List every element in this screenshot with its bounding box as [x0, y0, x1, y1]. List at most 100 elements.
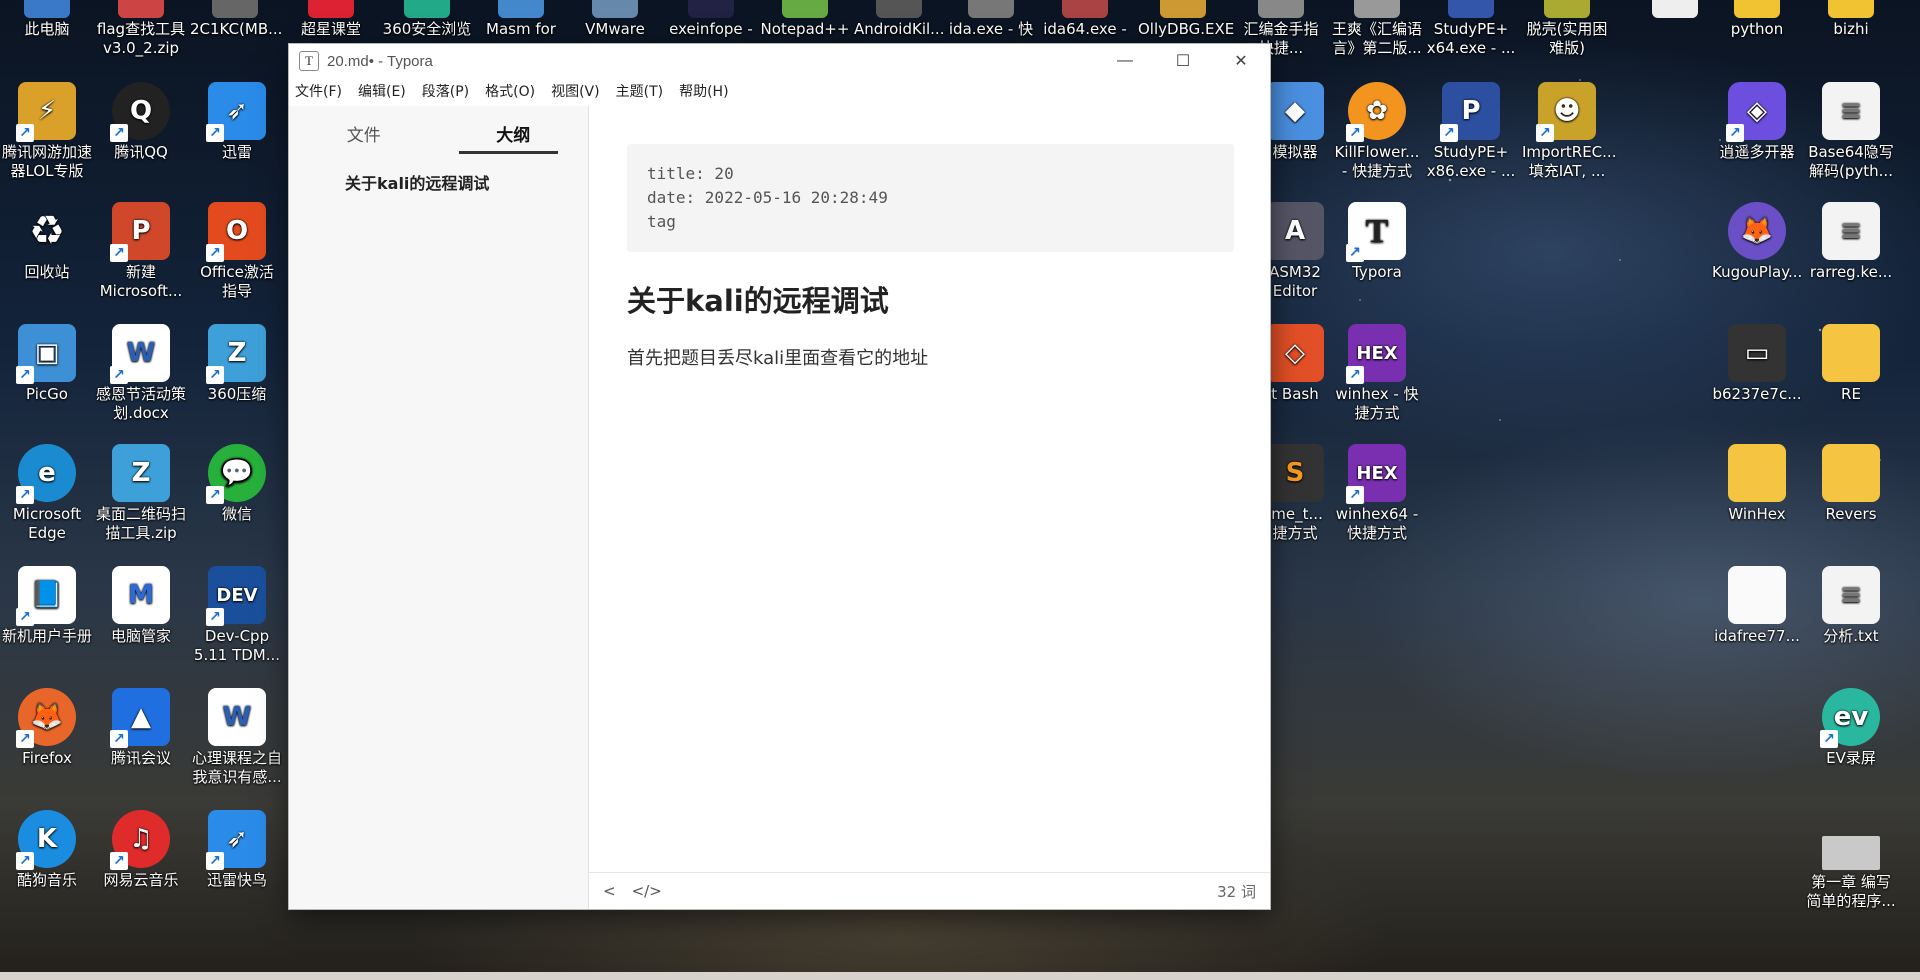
- desktop-icon-analysis-txt[interactable]: ≡ 分析.txt: [1806, 566, 1896, 646]
- desktop-icon-new-ppt[interactable]: P ↗ 新建 Microsoft...: [96, 202, 186, 301]
- desktop-icon-psychology-docx[interactable]: W 心理课程之自 我意识有感...: [192, 688, 282, 787]
- desktop-icon-wechat[interactable]: 💬 ↗ 微信: [192, 444, 282, 524]
- qq-penguin-icon: Q ↗: [110, 82, 170, 142]
- yaml-front-matter[interactable]: title: 20 date: 2022-05-16 20:28:49 tag: [627, 144, 1234, 252]
- desktop-icon-typora[interactable]: T ↗ Typora: [1332, 202, 1422, 282]
- desktop-icon-edge[interactable]: e ↗ Microsoft Edge: [2, 444, 92, 543]
- screen-recorder-icon: ev ↗: [1820, 688, 1880, 748]
- picgo-icon: ▣ ↗: [16, 324, 76, 384]
- desktop-icon-exeinfope[interactable]: exeinfope -: [666, 0, 756, 39]
- desktop-icon-winhex64[interactable]: HEX ↗ winhex64 - 快捷方式: [1332, 444, 1422, 543]
- desktop-icon-360browser[interactable]: 360安全浏览: [382, 0, 472, 39]
- book-icon: 📘 ↗: [16, 566, 76, 626]
- desktop-icon-bizhi-folder[interactable]: bizhi: [1806, 0, 1896, 39]
- word-doc-icon: W ↗: [110, 324, 170, 384]
- desktop-icon-ida64[interactable]: ida64.exe -: [1040, 0, 1130, 39]
- document-heading[interactable]: 关于kali的远程调试: [627, 278, 1234, 320]
- text-file-icon: ≡: [1822, 566, 1880, 624]
- menu-file[interactable]: 文件(F): [295, 81, 342, 101]
- desktop-icon-qq[interactable]: Q ↗ 腾讯QQ: [96, 82, 186, 162]
- desktop-icon-kugouplayer[interactable]: 🦊 KugouPlay...: [1712, 202, 1802, 282]
- word-count[interactable]: 32 词: [1217, 881, 1256, 902]
- desktop-icon-recycle-bin[interactable]: ♻ 回收站: [2, 202, 92, 282]
- desktop-icon-base64-decode[interactable]: ≡ Base64隐写 解码(pyth...: [1806, 82, 1896, 181]
- desktop-icon-importrec[interactable]: ☻ ↗ ImportREC... 填充IAT, ...: [1522, 82, 1616, 181]
- desktop-icon-ida[interactable]: ida.exe - 快: [946, 0, 1036, 39]
- desktop-icon-idafree[interactable]: idafree77...: [1712, 566, 1802, 646]
- desktop-icon-killflower[interactable]: ✿ ↗ KillFlower... - 快捷方式: [1332, 82, 1422, 181]
- desktop-icon-360zip[interactable]: Z ↗ 360压缩: [192, 324, 282, 404]
- front-matter-line: tag: [647, 212, 676, 231]
- title-bar[interactable]: T 20.md• - Typora — ☐ ✕: [289, 44, 1270, 78]
- menu-help[interactable]: 帮助(H): [679, 81, 728, 101]
- desktop-icon-xunlei[interactable]: ➶ ↗ 迅雷: [192, 82, 282, 162]
- devcpp-icon: DEV ↗: [206, 566, 266, 626]
- edge-icon: e ↗: [16, 444, 76, 504]
- desktop-icon-kugou[interactable]: K ↗ 酷狗音乐: [2, 810, 92, 890]
- desktop-icon-cat[interactable]: [1630, 0, 1720, 20]
- menu-format[interactable]: 格式(O): [485, 81, 535, 101]
- desktop-icon-xiaoyao[interactable]: ◈ ↗ 逍遥多开器: [1712, 82, 1802, 162]
- desktop-icon-python-folder[interactable]: python: [1712, 0, 1802, 39]
- desktop-icon-chapter1-ppt[interactable]: 第一章 编写 简单的程序...: [1806, 836, 1896, 911]
- menu-paragraph[interactable]: 段落(P): [422, 81, 469, 101]
- desktop-icon-androidkiller[interactable]: AndroidKil...: [854, 0, 944, 39]
- desktop-icon-office-activation[interactable]: O ↗ Office激活 指导: [192, 202, 282, 301]
- menu-edit[interactable]: 编辑(E): [358, 81, 406, 101]
- recycle-bin-icon: ♻: [29, 207, 65, 254]
- menu-view[interactable]: 视图(V): [551, 81, 600, 101]
- desktop-icon-unpack[interactable]: 脱壳(实用困 难版): [1522, 0, 1612, 58]
- desktop-icon-b6237e7c[interactable]: ▭ b6237e7c...: [1712, 324, 1802, 404]
- desktop-icon-netease-music[interactable]: ♫ ↗ 网易云音乐: [96, 810, 186, 890]
- desktop-icon-ev-recorder[interactable]: ev ↗ EV录屏: [1806, 688, 1896, 768]
- desktop-icon-notepadpp[interactable]: Notepad++: [760, 0, 850, 39]
- kugou-icon: K ↗: [16, 810, 76, 870]
- outline-item[interactable]: 关于kali的远程调试: [345, 170, 588, 194]
- desktop-icon-firefox[interactable]: 🦊 ↗ Firefox: [2, 688, 92, 768]
- desktop-icon-masm[interactable]: Masm for: [476, 0, 566, 39]
- back-icon[interactable]: <: [603, 882, 616, 900]
- desktop-icon-winhex-folder[interactable]: WinHex: [1712, 444, 1802, 524]
- desktop-icon-revers-folder[interactable]: Revers: [1806, 444, 1896, 524]
- desktop-icon-flag-zip[interactable]: flag查找工具 v3.0_2.zip: [96, 0, 186, 58]
- pc-manager-icon: M: [112, 566, 170, 624]
- taskbar-edge: [0, 972, 1920, 980]
- desktop-icon-studype-x64[interactable]: StudyPE+ x64.exe - ...: [1426, 0, 1516, 58]
- sublime-icon: S: [1266, 444, 1324, 502]
- desktop-icon-devcpp[interactable]: DEV ↗ Dev-Cpp 5.11 TDM...: [192, 566, 282, 665]
- desktop-icon-vmware[interactable]: VMware: [570, 0, 660, 39]
- desktop-icon-studype-x86[interactable]: P ↗ StudyPE+ x86.exe - ...: [1426, 82, 1516, 181]
- desktop-icon-wangshuang[interactable]: 王爽《汇编语 言》第二版...: [1332, 0, 1422, 58]
- desktop-icon-lol-accelerator[interactable]: ⚡ ↗ 腾讯网游加速 器LOL专版: [2, 82, 92, 181]
- desktop-icon-qrcode-zip[interactable]: Z 桌面二维码扫 描工具.zip: [96, 444, 186, 543]
- tab-files[interactable]: 文件: [289, 112, 439, 154]
- file-icon: ≡: [1822, 202, 1880, 260]
- desktop-icon-xunlei-kuainiao[interactable]: ➶ ↗ 迅雷快鸟: [192, 810, 282, 890]
- desktop-icon-tencent-meeting[interactable]: ▲ ↗ 腾讯会议: [96, 688, 186, 768]
- close-button[interactable]: ✕: [1212, 44, 1270, 78]
- sidebar-tabs: 文件 大纲: [289, 112, 588, 154]
- desktop-icon-ollydbg[interactable]: OllyDBG.EXE: [1138, 0, 1234, 39]
- status-bar: < </> 32 词: [589, 872, 1270, 909]
- minimize-button[interactable]: —: [1096, 44, 1154, 78]
- desktop-icon-pc-manager[interactable]: M 电脑管家: [96, 566, 186, 646]
- menu-theme[interactable]: 主题(T): [616, 81, 663, 101]
- folder-icon: [1822, 324, 1880, 382]
- document-paragraph[interactable]: 首先把题目丢尽kali里面查看它的地址: [627, 344, 1234, 370]
- word-doc-icon: W: [208, 688, 266, 746]
- desktop-icon-rarreg[interactable]: ≡ rarreg.ke...: [1806, 202, 1896, 282]
- desktop-icon-chaoxing[interactable]: 超星课堂: [286, 0, 376, 39]
- desktop-icon-2c1kc[interactable]: 2C1KC(MB...: [190, 0, 282, 39]
- desktop-icon-user-manual[interactable]: 📘 ↗ 新机用户手册: [2, 566, 92, 646]
- desktop-icon-re-folder[interactable]: RE: [1806, 324, 1896, 404]
- source-code-icon[interactable]: </>: [632, 882, 662, 900]
- hex-editor-icon: HEX ↗: [1346, 324, 1406, 384]
- maximize-button[interactable]: ☐: [1154, 44, 1212, 78]
- desktop-icon-this-pc[interactable]: 此电脑: [2, 0, 92, 39]
- desktop-icon-thanksgiving-docx[interactable]: W ↗ 感恩节活动策 划.docx: [96, 324, 186, 423]
- editor-area[interactable]: title: 20 date: 2022-05-16 20:28:49 tag …: [589, 106, 1270, 873]
- typora-icon: T ↗: [1346, 202, 1406, 262]
- desktop-icon-winhex-shortcut[interactable]: HEX ↗ winhex - 快 捷方式: [1332, 324, 1422, 423]
- desktop-icon-picgo[interactable]: ▣ ↗ PicGo: [2, 324, 92, 404]
- tab-outline[interactable]: 大纲: [439, 112, 589, 154]
